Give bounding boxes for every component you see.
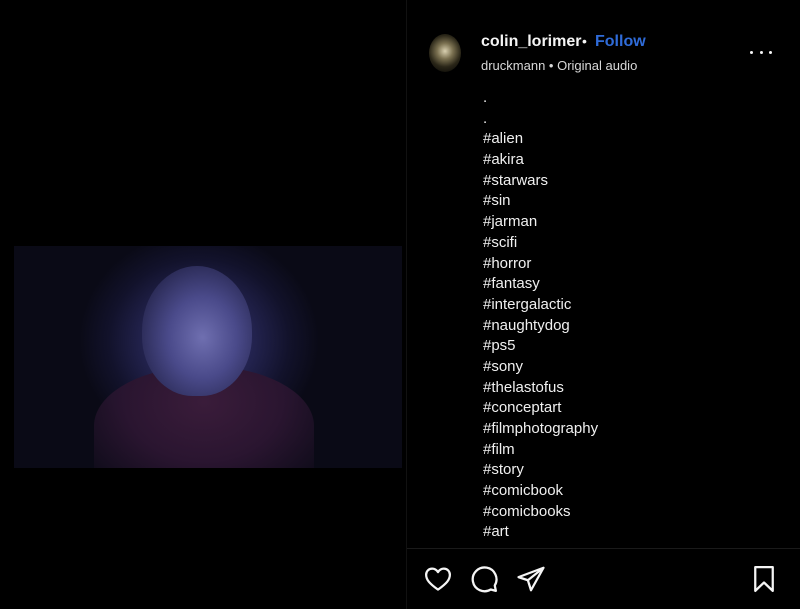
action-bar bbox=[407, 560, 800, 600]
caption-line[interactable]: #jarman bbox=[483, 212, 783, 233]
username[interactable]: colin_lorimer bbox=[481, 33, 581, 51]
caption-line: . bbox=[483, 89, 488, 106]
caption: .. #alien #akira #starwars #sin #jarman #scifi… bbox=[483, 88, 783, 544]
caption-line[interactable]: #thelastofus bbox=[483, 378, 783, 399]
caption-line[interactable]: #sin bbox=[483, 191, 783, 212]
caption-line: . bbox=[483, 109, 488, 127]
caption-line[interactable]: #film bbox=[483, 440, 783, 461]
avatar[interactable] bbox=[429, 34, 461, 72]
video-frame[interactable] bbox=[14, 246, 402, 468]
bookmark-icon[interactable] bbox=[749, 564, 779, 594]
caption-line[interactable]: #ps5 bbox=[483, 336, 783, 357]
caption-line[interactable]: #sony bbox=[483, 357, 783, 378]
caption-line[interactable]: #art bbox=[483, 522, 783, 543]
post-side-panel: colin_lorimer • Follow druckmann • Origi… bbox=[406, 0, 800, 609]
video-figure-head bbox=[142, 266, 252, 396]
caption-line[interactable]: #conceptart bbox=[483, 398, 783, 419]
caption-line[interactable]: #akira bbox=[483, 150, 783, 171]
caption-line[interactable]: #filmphotography bbox=[483, 419, 783, 440]
post-header: colin_lorimer • Follow druckmann • Origi… bbox=[407, 0, 800, 92]
caption-line[interactable]: #horror bbox=[483, 254, 783, 275]
caption-line[interactable]: #alien bbox=[483, 129, 783, 150]
caption-line[interactable]: #intergalactic bbox=[483, 295, 783, 316]
post-media[interactable] bbox=[0, 0, 406, 609]
separator-dot: • bbox=[582, 33, 587, 49]
heart-icon[interactable] bbox=[423, 564, 453, 594]
more-options-icon[interactable] bbox=[749, 40, 773, 64]
audio-line[interactable]: druckmann • Original audio bbox=[481, 58, 637, 73]
caption-line[interactable]: #fantasy bbox=[483, 274, 783, 295]
caption-line[interactable]: #starwars bbox=[483, 171, 783, 192]
comment-icon[interactable] bbox=[469, 564, 499, 594]
caption-line[interactable]: #naughtydog bbox=[483, 316, 783, 337]
divider bbox=[407, 548, 800, 549]
caption-line[interactable]: #scifi bbox=[483, 233, 783, 254]
follow-button[interactable]: Follow bbox=[595, 33, 646, 51]
share-icon[interactable] bbox=[516, 564, 546, 594]
caption-line[interactable]: #comicbooks bbox=[483, 502, 783, 523]
caption-line[interactable]: #story bbox=[483, 460, 783, 481]
caption-line[interactable]: #comicbook bbox=[483, 481, 783, 502]
